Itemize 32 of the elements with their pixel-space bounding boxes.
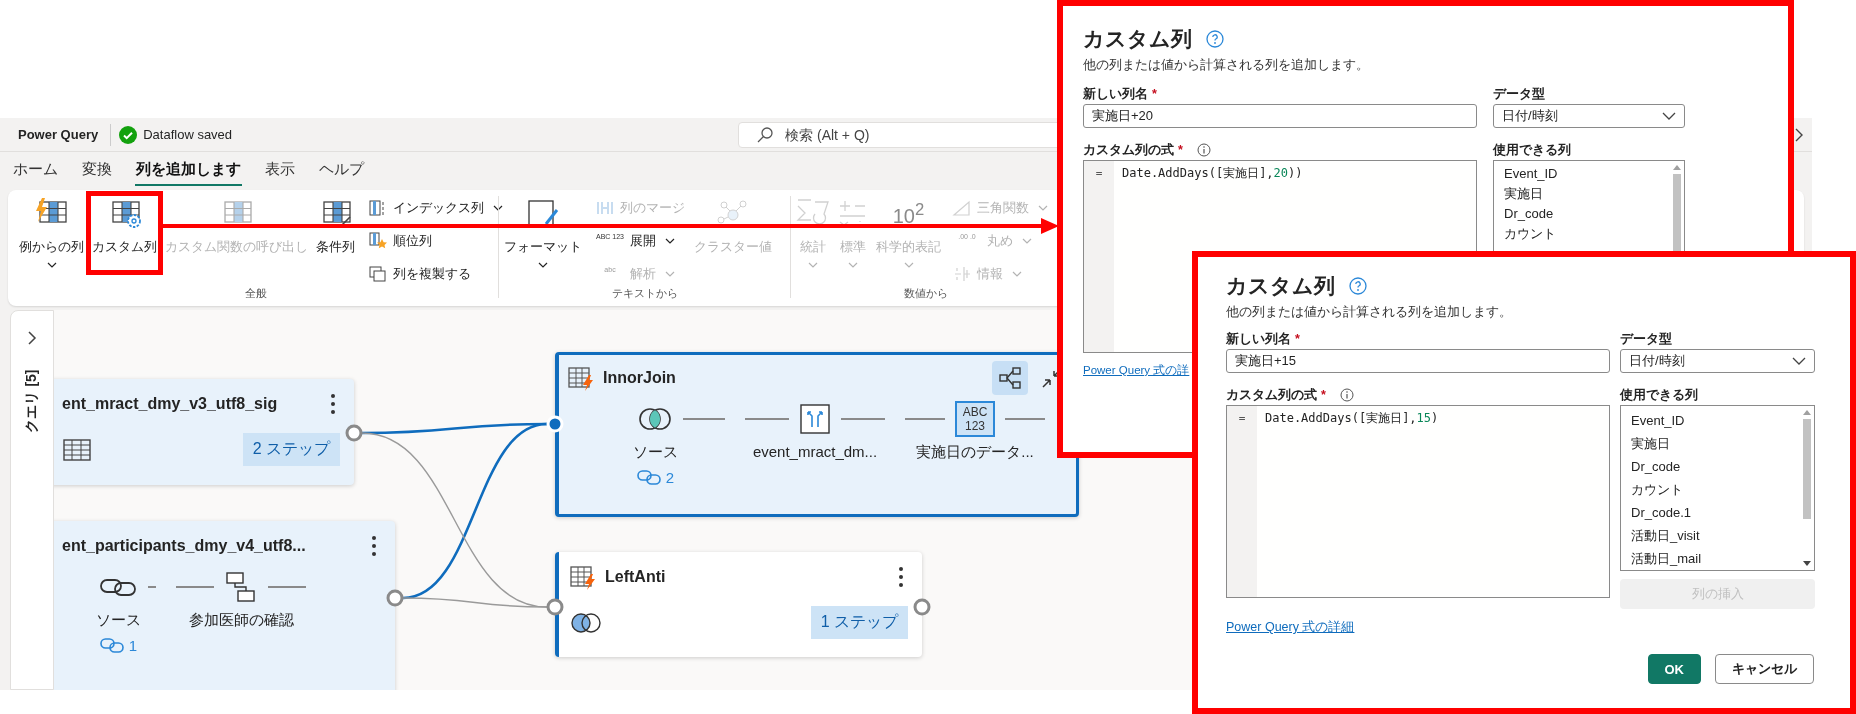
line-marker: = (1238, 412, 1246, 425)
line-marker: = (1095, 167, 1103, 180)
app-title: Power Query (18, 127, 99, 142)
link-count: 2 (665, 468, 675, 486)
node-title: ent_mract_dmy_v3_utf8_sig (62, 395, 278, 413)
group-label: テキストから (610, 286, 679, 301)
dialog-title: カスタム列 (1083, 26, 1192, 52)
formula-code: Date.AddDays([実施日],20)) (1122, 166, 1303, 180)
dialog-description: 他の列または値から計算される列を追加します。 (1083, 57, 1370, 74)
node-title: InnorJoin (603, 369, 676, 387)
required-mark: * (1152, 87, 1157, 101)
field-label: カスタム列の式 (1226, 386, 1317, 404)
field-label: 使用できる列 (1493, 141, 1571, 159)
dialog-description: 他の列または値から計算される列を追加します。 (1226, 304, 1513, 321)
required-mark: * (1321, 388, 1326, 402)
field-label: 新しい列名 (1226, 330, 1291, 348)
node-title: LeftAnti (605, 568, 666, 586)
required-mark: * (1295, 332, 1300, 346)
link-count: 1 (128, 636, 138, 654)
icon-label: 10$^{2}$ (892, 199, 925, 222)
formula-code: Date.AddDays([実施日],15) (1265, 411, 1439, 425)
field-label: データ型 (1620, 330, 1672, 348)
node-title: ent_participants_dmy_v4_utf8... (62, 537, 306, 555)
save-status: Dataflow saved (143, 127, 233, 142)
panel-title: クエリ [5] (23, 369, 40, 433)
field-label: データ型 (1493, 85, 1545, 103)
field-label: 新しい列名 (1083, 85, 1148, 103)
field-label: 使用できる列 (1620, 386, 1698, 404)
group-label: 数値から (903, 286, 949, 301)
icon-label: ABC 123 (955, 401, 995, 437)
dialog-title: カスタム列 (1226, 273, 1335, 299)
group-label: 全般 (244, 286, 268, 301)
